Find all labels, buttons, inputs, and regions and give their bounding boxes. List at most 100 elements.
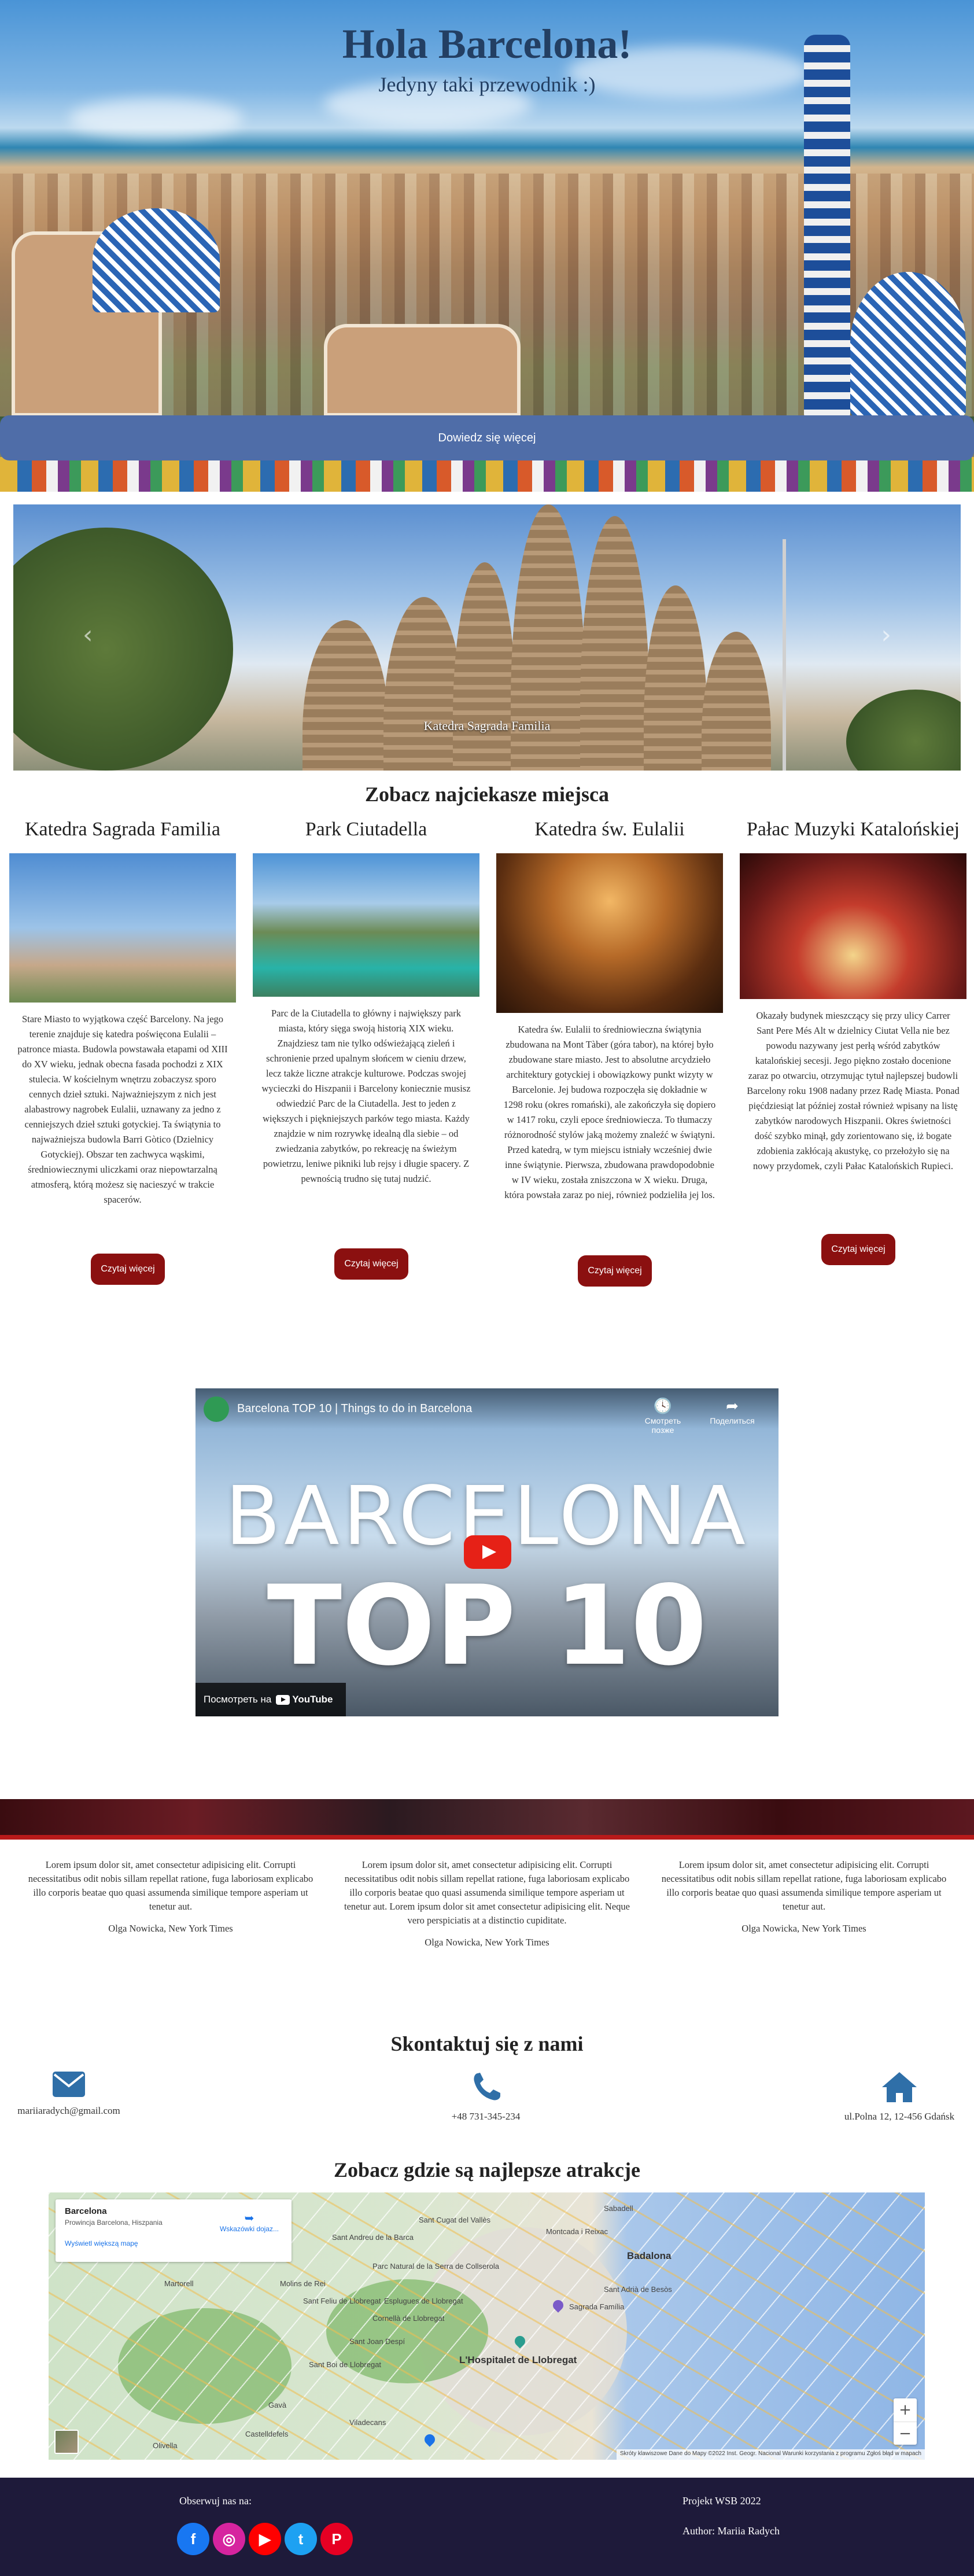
home-icon	[882, 2072, 917, 2102]
map-attribution[interactable]: Skróty klawiszowe Dane do Mapy ©2022 Ins…	[616, 2449, 925, 2460]
watch-later-label: Смотреть позже	[644, 1416, 681, 1435]
watch-later-button[interactable]: 🕓 Смотреть позже	[634, 1398, 692, 1435]
zoom-in-button[interactable]: +	[894, 2398, 917, 2422]
testimonial-text: Lorem ipsum dolor sit, amet consectetur …	[661, 1859, 947, 1912]
map-label: Sant Adrià de Besòs	[604, 2285, 672, 2294]
carousel-spire	[644, 585, 707, 771]
attraction-description: Stare Miasto to wyjątkowa część Barcelon…	[17, 1014, 228, 1205]
map-label: Sant Cugat del Vallès	[419, 2216, 491, 2224]
map-label: Sabadell	[604, 2204, 633, 2213]
map-label: Martorell	[164, 2279, 194, 2288]
directions-label: Wskazówki dojaz...	[219, 2225, 279, 2233]
facebook-icon[interactable]: f	[177, 2523, 209, 2555]
testimonial: Lorem ipsum dolor sit, amet consectetur …	[26, 1858, 315, 1936]
hero-mosaic-roof	[93, 208, 220, 312]
contact-address[interactable]: ul.Polna 12, 12-456 Gdańsk	[833, 2071, 966, 2122]
instagram-icon[interactable]: ◎	[213, 2523, 245, 2555]
map-zoom-controls: + −	[894, 2398, 917, 2445]
map-layer-toggle[interactable]	[54, 2430, 79, 2454]
testimonial: Lorem ipsum dolor sit, amet consectetur …	[659, 1858, 949, 1936]
attraction-description: Parc de la Ciutadella to główny i najwię…	[261, 1008, 471, 1184]
read-more-button[interactable]: Czytaj więcej	[334, 1248, 408, 1280]
map-label: Sagrada Família	[569, 2302, 625, 2311]
clock-icon: 🕓	[653, 1398, 673, 1415]
channel-avatar[interactable]	[204, 1396, 229, 1422]
carousel-caption: Katedra Sagrada Familia	[423, 718, 551, 733]
learn-more-button[interactable]: Dowiedz się więcej	[0, 415, 974, 460]
attraction-title: Katedra Sagrada Familia	[25, 819, 220, 840]
carousel-tree	[13, 528, 233, 771]
carousel-spire	[453, 562, 516, 771]
map-label: Viladecans	[349, 2418, 386, 2427]
map-label: Sant Joan Despí	[349, 2337, 405, 2346]
share-label: Поделиться	[710, 1416, 755, 1425]
hero-section: Hola Barcelona! Jedyny taki przewodnik :…	[0, 0, 974, 492]
testimonial-text: Lorem ipsum dolor sit, amet consectetur …	[344, 1859, 630, 1926]
hero-cloud	[69, 98, 243, 139]
directions-icon: ➥	[244, 2211, 254, 2225]
carousel-spire	[383, 597, 464, 771]
contact-address-text: ul.Polna 12, 12-456 Gdańsk	[844, 2111, 955, 2122]
attraction-title: Katedra św. Eulalii	[534, 819, 685, 840]
youtube-icon[interactable]: ▶	[249, 2523, 281, 2555]
testimonials-banner	[0, 1799, 974, 1840]
attraction-description: Katedra św. Eulalii to średniowieczna św…	[503, 1024, 716, 1200]
carousel-spire	[302, 620, 389, 771]
attraction-photo	[253, 853, 479, 997]
page: Hola Barcelona! Jedyny taki przewodnik :…	[0, 0, 974, 2576]
video-player[interactable]: Barcelona TOP 10 | Things to do in Barce…	[195, 1388, 779, 1716]
contact-section: mariiaradych@gmail.com +48 731-345-234 u…	[0, 2071, 974, 2135]
attraction-photo	[496, 853, 723, 1013]
attraction-photo	[9, 853, 236, 1003]
hero-mosaic-strip	[0, 457, 974, 492]
chevron-right-icon[interactable]: ›	[881, 620, 891, 650]
zoom-out-button[interactable]: −	[894, 2422, 917, 2445]
map-label: Gavà	[268, 2401, 287, 2409]
read-more-button[interactable]: Czytaj więcej	[821, 1234, 895, 1265]
video-overlay-line2: TOP 10	[267, 1562, 707, 1690]
project-label: Projekt WSB 2022	[682, 2495, 761, 2507]
map-label: Cornellà de Llobregat	[372, 2314, 445, 2323]
twitter-icon[interactable]: t	[285, 2523, 317, 2555]
attractions-heading: Zobacz najciekasze miejsca	[365, 783, 609, 806]
attraction-card: Pałac Muzyki Katalońskiej Okazały budyne…	[740, 819, 966, 1265]
share-button[interactable]: ➦ Поделиться	[703, 1398, 761, 1425]
google-map[interactable]: Sant Cugat del Vallès Badalona L'Hospita…	[49, 2192, 925, 2460]
video-title[interactable]: Barcelona TOP 10 | Things to do in Barce…	[237, 1402, 472, 1416]
phone-icon	[474, 2073, 500, 2100]
contact-email-text: mariiaradych@gmail.com	[17, 2105, 120, 2116]
image-carousel: ‹ › Katedra Sagrada Familia	[13, 504, 961, 771]
directions-button[interactable]: ➥ Wskazówki dojaz...	[217, 2211, 281, 2233]
larger-map-link[interactable]: Wyświetl większą mapę	[65, 2239, 282, 2247]
play-button[interactable]	[464, 1535, 511, 1569]
page-subtitle: Jedyny taki przewodnik :)	[378, 73, 596, 96]
youtube-play-icon	[276, 1694, 290, 1705]
map-label: Esplugues de Llobregat	[384, 2297, 463, 2305]
youtube-label: YouTube	[292, 1694, 333, 1705]
map-label: Parc Natural de la Serra de Collserola	[372, 2262, 499, 2271]
contact-phone-text: +48 731-345-234	[451, 2111, 521, 2122]
attraction-title: Pałac Muzyki Katalońskiej	[746, 819, 960, 840]
contact-email[interactable]: mariiaradych@gmail.com	[8, 2071, 130, 2117]
map-label: Molins de Rei	[280, 2279, 326, 2288]
hero-mosaic-dome	[850, 272, 966, 417]
map-label: L'Hospitalet de Llobregat	[459, 2354, 577, 2365]
chevron-left-icon[interactable]: ‹	[83, 620, 93, 650]
envelope-icon	[53, 2072, 85, 2097]
carousel-crane	[783, 539, 786, 771]
contact-phone[interactable]: +48 731-345-234	[422, 2071, 549, 2122]
share-icon: ➦	[726, 1398, 739, 1415]
map-label: Castelldefels	[245, 2430, 289, 2438]
carousel-spire	[702, 632, 771, 771]
watch-on-youtube-button[interactable]: Посмотреть на YouTube	[195, 1683, 346, 1716]
follow-us-label: Obserwuj nas na:	[179, 2495, 252, 2507]
testimonial-author: Olga Nowicka, New York Times	[741, 1923, 866, 1934]
footer: Obserwuj nas na: f ◎ ▶ t P Projekt WSB 2022 …	[0, 2478, 974, 2576]
map-label: Sant Boi de Llobregat	[309, 2360, 382, 2369]
hero-bench	[324, 324, 521, 417]
pinterest-icon[interactable]: P	[320, 2523, 353, 2555]
read-more-button[interactable]: Czytaj więcej	[91, 1254, 165, 1285]
watch-on-label: Посмотреть на	[204, 1694, 272, 1705]
read-more-button[interactable]: Czytaj więcej	[578, 1255, 652, 1287]
youtube-logo: YouTube	[276, 1694, 333, 1705]
